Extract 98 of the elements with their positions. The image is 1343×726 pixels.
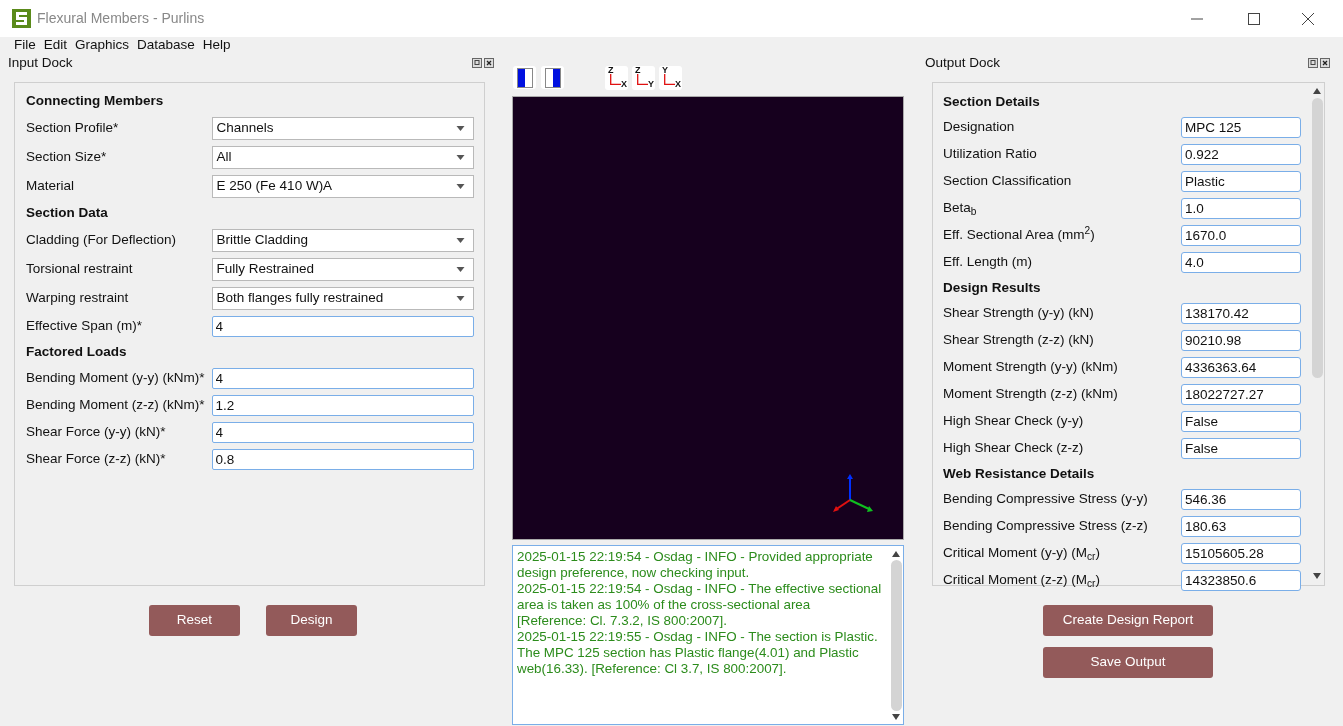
field-label: Section Classification <box>943 172 1073 191</box>
field-label: Critical Moment (z-z) (M$_{cr}$) <box>943 571 1101 591</box>
axis-view-button[interactable]: Y X <box>659 65 682 90</box>
section-heading: Factored Loads <box>26 343 127 362</box>
dropdown[interactable]: Both flanges fully restrained <box>211 287 474 310</box>
field-label: Warping restraint <box>26 289 130 308</box>
window-title: Flexural Members - Purlins <box>37 9 205 28</box>
input-field[interactable]: 4 <box>211 368 474 389</box>
caret-icon <box>456 238 465 243</box>
axis-icon <box>637 73 648 85</box>
axis-view-button[interactable]: Z X <box>605 65 628 90</box>
dropdown[interactable]: All <box>211 146 474 169</box>
maximize-icon[interactable] <box>1248 12 1260 25</box>
action-button[interactable]: Reset <box>149 605 240 636</box>
dock-title: Input Dock <box>8 53 73 72</box>
scroll-up-icon[interactable] <box>1313 88 1321 94</box>
input-field[interactable]: 0.8 <box>211 449 474 470</box>
output-field[interactable]: 1670.0 <box>1181 225 1301 246</box>
menu-item[interactable]: Graphics <box>75 35 130 56</box>
field-label: Shear Strength (y-y) (kN) <box>943 304 1095 323</box>
field-label: Shear Force (z-z) (kN)* <box>26 450 167 469</box>
dropdown[interactable]: Fully Restrained <box>211 258 474 281</box>
axis-view-button[interactable]: Z Y <box>632 65 655 90</box>
axis-icon <box>610 73 621 85</box>
field-label: Section Size* <box>26 148 108 167</box>
output-field[interactable]: 1.0 <box>1181 198 1301 219</box>
caret-icon <box>456 155 465 160</box>
section-heading: Design Results <box>943 278 1041 297</box>
field-label: Bending Moment (y-y) (kNm)* <box>26 369 206 388</box>
dropdown[interactable]: E 250 (Fe 410 W)A <box>211 175 474 198</box>
field-label: Moment Strength (z-z) (kNm) <box>943 385 1119 404</box>
input-field[interactable]: 4 <box>211 422 474 443</box>
menu-item[interactable]: Database <box>137 35 195 56</box>
field-label: Eff. Length (m) <box>943 253 1034 272</box>
scroll-up-icon[interactable] <box>892 551 900 557</box>
section-heading: Section Details <box>943 92 1040 111</box>
left-panel-toggle-icon[interactable] <box>513 66 536 89</box>
output-field[interactable]: False <box>1181 438 1301 459</box>
output-field[interactable]: 0.922 <box>1181 144 1301 165</box>
scroll-down-icon[interactable] <box>892 714 900 720</box>
field-label: Effective Span (m)* <box>26 317 144 336</box>
log-output: 2025-01-15 22:19:54 - Osdag - INFO - Provided appropriate design preference, now checking input. 2025-01-15 22:19:54 - Osdag - INFO - The effective sectional area is taken as 100% of the cross-sectional area [Reference: Cl. 7.3.2, IS 800:2007]. 2025-01-15 22:19:55 - Osdag - INFO - The section is Plastic. The MPC 125 section has Plastic flange(4.01) and Plastic web(16.33). [Reference: Cl 3.7, IS 800:2007]. <box>516 548 883 678</box>
action-button[interactable]: Design <box>266 605 357 636</box>
output-field[interactable]: 4.0 <box>1181 252 1301 273</box>
output-field[interactable]: 14323850.6 <box>1181 570 1301 591</box>
dock-title: Output Dock <box>925 53 1001 72</box>
field-label: Utilization Ratio <box>943 145 1038 164</box>
input-field[interactable]: 1.2 <box>211 395 474 416</box>
menu-item[interactable]: File <box>14 35 36 56</box>
field-label: High Shear Check (y-y) <box>943 412 1085 431</box>
float-icon[interactable] <box>1308 58 1318 68</box>
menu-item[interactable]: Help <box>202 35 231 56</box>
field-label: Moment Strength (y-y) (kNm) <box>943 358 1119 377</box>
output-field[interactable]: 4336363.64 <box>1181 357 1301 378</box>
right-panel-toggle-icon[interactable] <box>541 66 564 89</box>
field-label: Shear Strength (z-z) (kN) <box>943 331 1095 350</box>
field-label: Eff. Sectional Area (mm$^{2}$) <box>943 225 1096 245</box>
output-field[interactable]: Plastic <box>1181 171 1301 192</box>
caret-icon <box>456 267 465 272</box>
caret-icon <box>456 184 465 189</box>
field-label: Section Profile* <box>26 119 120 138</box>
input-field[interactable]: 4 <box>211 316 474 337</box>
field-label: Material <box>26 177 75 196</box>
scroll-down-icon[interactable] <box>1313 573 1321 579</box>
field-label: Bending Compressive Stress (z-z) <box>943 517 1149 536</box>
float-icon[interactable] <box>472 58 482 68</box>
output-field[interactable]: MPC 125 <box>1181 117 1301 138</box>
close-icon[interactable] <box>484 58 494 68</box>
axis-icon <box>664 73 675 85</box>
output-field[interactable]: 138170.42 <box>1181 303 1301 324</box>
dropdown[interactable]: Brittle Cladding <box>211 229 474 252</box>
caret-icon <box>456 296 465 301</box>
output-field[interactable]: 180.63 <box>1181 516 1301 537</box>
output-field[interactable]: 15105605.28 <box>1181 543 1301 564</box>
output-field[interactable]: 90210.98 <box>1181 330 1301 351</box>
action-button[interactable]: Create Design Report <box>1043 605 1213 636</box>
output-field[interactable]: 18022727.27 <box>1181 384 1301 405</box>
field-label: Bending Compressive Stress (y-y) <box>943 490 1149 509</box>
action-button[interactable]: Save Output <box>1043 647 1213 678</box>
section-heading: Web Resistance Details <box>943 464 1095 483</box>
field-label: Beta$_{b}$ <box>943 199 978 219</box>
field-label: Shear Force (y-y) (kN)* <box>26 423 167 442</box>
section-heading: Connecting Members <box>26 92 164 111</box>
output-field[interactable]: 546.36 <box>1181 489 1301 510</box>
dropdown[interactable]: Channels <box>211 117 474 140</box>
field-label: Torsional restraint <box>26 260 134 279</box>
close-icon[interactable] <box>1302 12 1314 25</box>
field-label: Critical Moment (y-y) (M$_{cr}$) <box>943 544 1101 564</box>
close-icon[interactable] <box>1320 58 1330 68</box>
caret-icon <box>456 126 465 131</box>
output-field[interactable]: False <box>1181 411 1301 432</box>
field-label: Designation <box>943 118 1016 137</box>
field-label: Bending Moment (z-z) (kNm)* <box>26 396 206 415</box>
field-label: Cladding (For Deflection) <box>26 231 178 250</box>
field-label: High Shear Check (z-z) <box>943 439 1085 458</box>
menu-item[interactable]: Edit <box>43 35 68 56</box>
app-logo-icon <box>12 9 31 28</box>
section-heading: Section Data <box>26 204 108 223</box>
